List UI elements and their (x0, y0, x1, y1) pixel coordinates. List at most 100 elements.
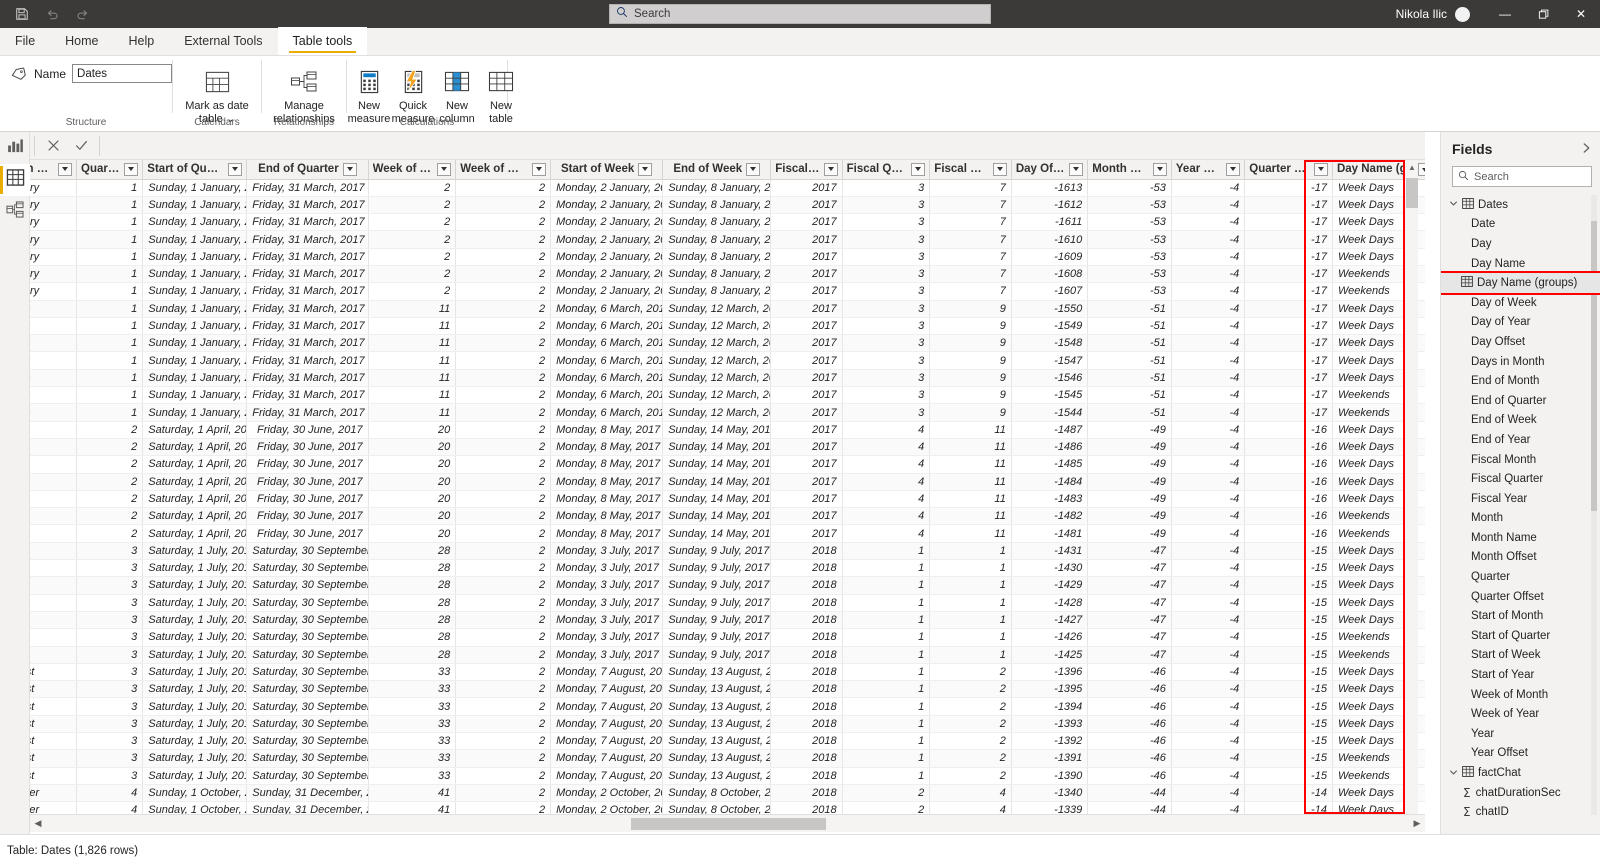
table-cell[interactable]: Monday, 6 March, 2017 (550, 334, 664, 353)
table-cell[interactable]: 11 (368, 403, 457, 422)
table-cell[interactable]: Saturday, 1 April, 2017 (142, 438, 248, 457)
table-cell[interactable]: Monday, 2 January, 2017 (550, 179, 664, 197)
table-cell[interactable]: 1 (842, 646, 931, 664)
table-cell[interactable]: -47 (1087, 594, 1172, 612)
table-cell[interactable]: 2 (455, 213, 552, 232)
table-cell[interactable]: 1 (929, 611, 1012, 630)
table-cell[interactable]: 1 (842, 715, 931, 734)
table-cell[interactable]: January (30, 213, 78, 232)
search-box[interactable]: Search (609, 4, 991, 24)
table-cell[interactable]: Monday, 7 August, 2017 (550, 715, 664, 734)
table-cell[interactable]: 2018 (770, 628, 843, 647)
table-cell[interactable]: -1427 (1011, 611, 1089, 630)
table-cell[interactable]: Monday, 6 March, 2017 (550, 386, 664, 405)
table-cell[interactable]: 3 (76, 559, 144, 578)
table-cell[interactable]: 3 (842, 300, 931, 318)
table-cell[interactable]: August (30, 749, 78, 768)
fields-measure-chatdurationsec[interactable]: ΣchatDurationSec (1441, 783, 1600, 803)
table-cell[interactable]: 4 (929, 784, 1012, 803)
table-cell[interactable]: -15 (1244, 611, 1333, 630)
table-cell[interactable]: -4 (1171, 300, 1246, 318)
table-cell[interactable]: Friday, 31 March, 2017 (246, 265, 369, 284)
table-cell[interactable]: May (30, 421, 78, 439)
table-cell[interactable]: 2 (929, 663, 1012, 682)
table-cell[interactable]: -1484 (1011, 473, 1089, 491)
table-cell[interactable]: Saturday, 1 April, 2017 (142, 507, 248, 526)
table-cell[interactable]: -4 (1171, 646, 1246, 664)
table-cell[interactable]: Monday, 3 July, 2017 (550, 628, 664, 647)
tab-file[interactable]: File (0, 27, 50, 55)
table-cell[interactable]: -17 (1244, 317, 1333, 336)
table-cell[interactable]: Friday, 30 June, 2017 (246, 507, 369, 526)
table-cell[interactable]: Saturday, 1 July, 2017 (142, 663, 248, 682)
table-cell[interactable]: -15 (1244, 594, 1333, 612)
table-cell[interactable]: 28 (368, 646, 457, 664)
table-cell[interactable]: 1 (76, 282, 144, 301)
table-cell[interactable]: Monday, 2 January, 2017 (550, 265, 664, 284)
table-cell[interactable]: -1548 (1011, 334, 1089, 353)
table-cell[interactable]: March (30, 300, 78, 318)
table-cell[interactable]: 3 (842, 369, 931, 388)
table-cell[interactable]: 2017 (770, 386, 843, 405)
table-cell[interactable]: 2017 (770, 369, 843, 388)
column-filter-icon[interactable] (228, 162, 243, 176)
table-cell[interactable]: 2018 (770, 646, 843, 664)
table-cell[interactable]: Sunday, 1 January, 2017 (142, 351, 248, 370)
table-cell[interactable]: -47 (1087, 646, 1172, 664)
table-cell[interactable]: -1486 (1011, 438, 1089, 457)
column-header-fiscal-month[interactable]: Fiscal Month (929, 160, 1012, 180)
table-cell[interactable]: Monday, 8 May, 2017 (550, 524, 664, 543)
table-cell[interactable]: Friday, 31 March, 2017 (246, 386, 369, 405)
table-cell[interactable]: -53 (1087, 196, 1172, 215)
table-cell[interactable]: 2017 (770, 230, 843, 249)
table-cell[interactable]: 1 (929, 559, 1012, 578)
table-cell[interactable]: -49 (1087, 438, 1172, 457)
table-cell[interactable]: 1 (76, 213, 144, 232)
table-cell[interactable]: 1 (76, 196, 144, 215)
table-row[interactable]: May2Saturday, 1 April, 2017Friday, 30 Ju… (30, 473, 1425, 491)
table-cell[interactable]: -51 (1087, 386, 1172, 405)
table-cell[interactable]: -17 (1244, 213, 1333, 232)
table-cell[interactable]: -1546 (1011, 369, 1089, 388)
tab-help[interactable]: Help (114, 27, 170, 55)
table-cell[interactable]: 4 (842, 490, 931, 509)
table-cell[interactable]: Saturday, 1 July, 2017 (142, 576, 248, 595)
table-cell[interactable]: Sunday, 13 August, 2017 (662, 663, 772, 682)
table-cell[interactable]: -1431 (1011, 542, 1089, 561)
grid-hscroll-thumb[interactable] (631, 817, 826, 830)
table-cell[interactable]: Monday, 2 January, 2017 (550, 230, 664, 249)
redo-icon[interactable] (68, 2, 96, 26)
table-cell[interactable]: Saturday, 30 September, 2017 (246, 542, 369, 561)
table-row[interactable]: October4Sunday, 1 October, 2017Sunday, 3… (30, 784, 1425, 803)
table-row[interactable]: January1Sunday, 1 January, 2017Friday, 3… (30, 196, 1425, 215)
table-cell[interactable]: -49 (1087, 455, 1172, 474)
user-name[interactable]: Nikola Ilic (1396, 7, 1447, 21)
fields-field-end-of-month[interactable]: End of Month (1441, 371, 1600, 391)
table-cell[interactable]: Saturday, 1 July, 2017 (142, 559, 248, 578)
grid-vscroll-thumb[interactable] (1406, 178, 1418, 208)
table-cell[interactable]: -4 (1171, 179, 1246, 197)
table-cell[interactable]: Saturday, 30 September, 2017 (246, 594, 369, 612)
table-cell[interactable]: -4 (1171, 213, 1246, 232)
fields-field-year[interactable]: Year (1441, 724, 1600, 744)
table-cell[interactable]: 3 (76, 732, 144, 751)
table-cell[interactable]: 2 (455, 265, 552, 284)
table-cell[interactable]: 2017 (770, 334, 843, 353)
table-cell[interactable]: July (30, 646, 78, 664)
table-cell[interactable]: -46 (1087, 767, 1172, 785)
table-cell[interactable]: 2 (455, 179, 552, 197)
table-cell[interactable]: Saturday, 30 September, 2017 (246, 559, 369, 578)
table-cell[interactable]: January (30, 196, 78, 215)
formula-accept-button[interactable] (67, 133, 95, 159)
table-row[interactable]: January1Sunday, 1 January, 2017Friday, 3… (30, 248, 1425, 266)
table-cell[interactable]: 1 (929, 542, 1012, 561)
table-cell[interactable]: Monday, 3 July, 2017 (550, 611, 664, 630)
column-header-fiscal-quarter[interactable]: Fiscal Quarter (842, 160, 931, 180)
table-cell[interactable]: -46 (1087, 697, 1172, 716)
table-cell[interactable]: -1393 (1011, 715, 1089, 734)
table-cell[interactable]: -1483 (1011, 490, 1089, 509)
fields-field-year-offset[interactable]: Year Offset (1441, 744, 1600, 764)
table-cell[interactable]: March (30, 386, 78, 405)
table-cell[interactable]: -4 (1171, 196, 1246, 215)
table-cell[interactable]: January (30, 248, 78, 266)
